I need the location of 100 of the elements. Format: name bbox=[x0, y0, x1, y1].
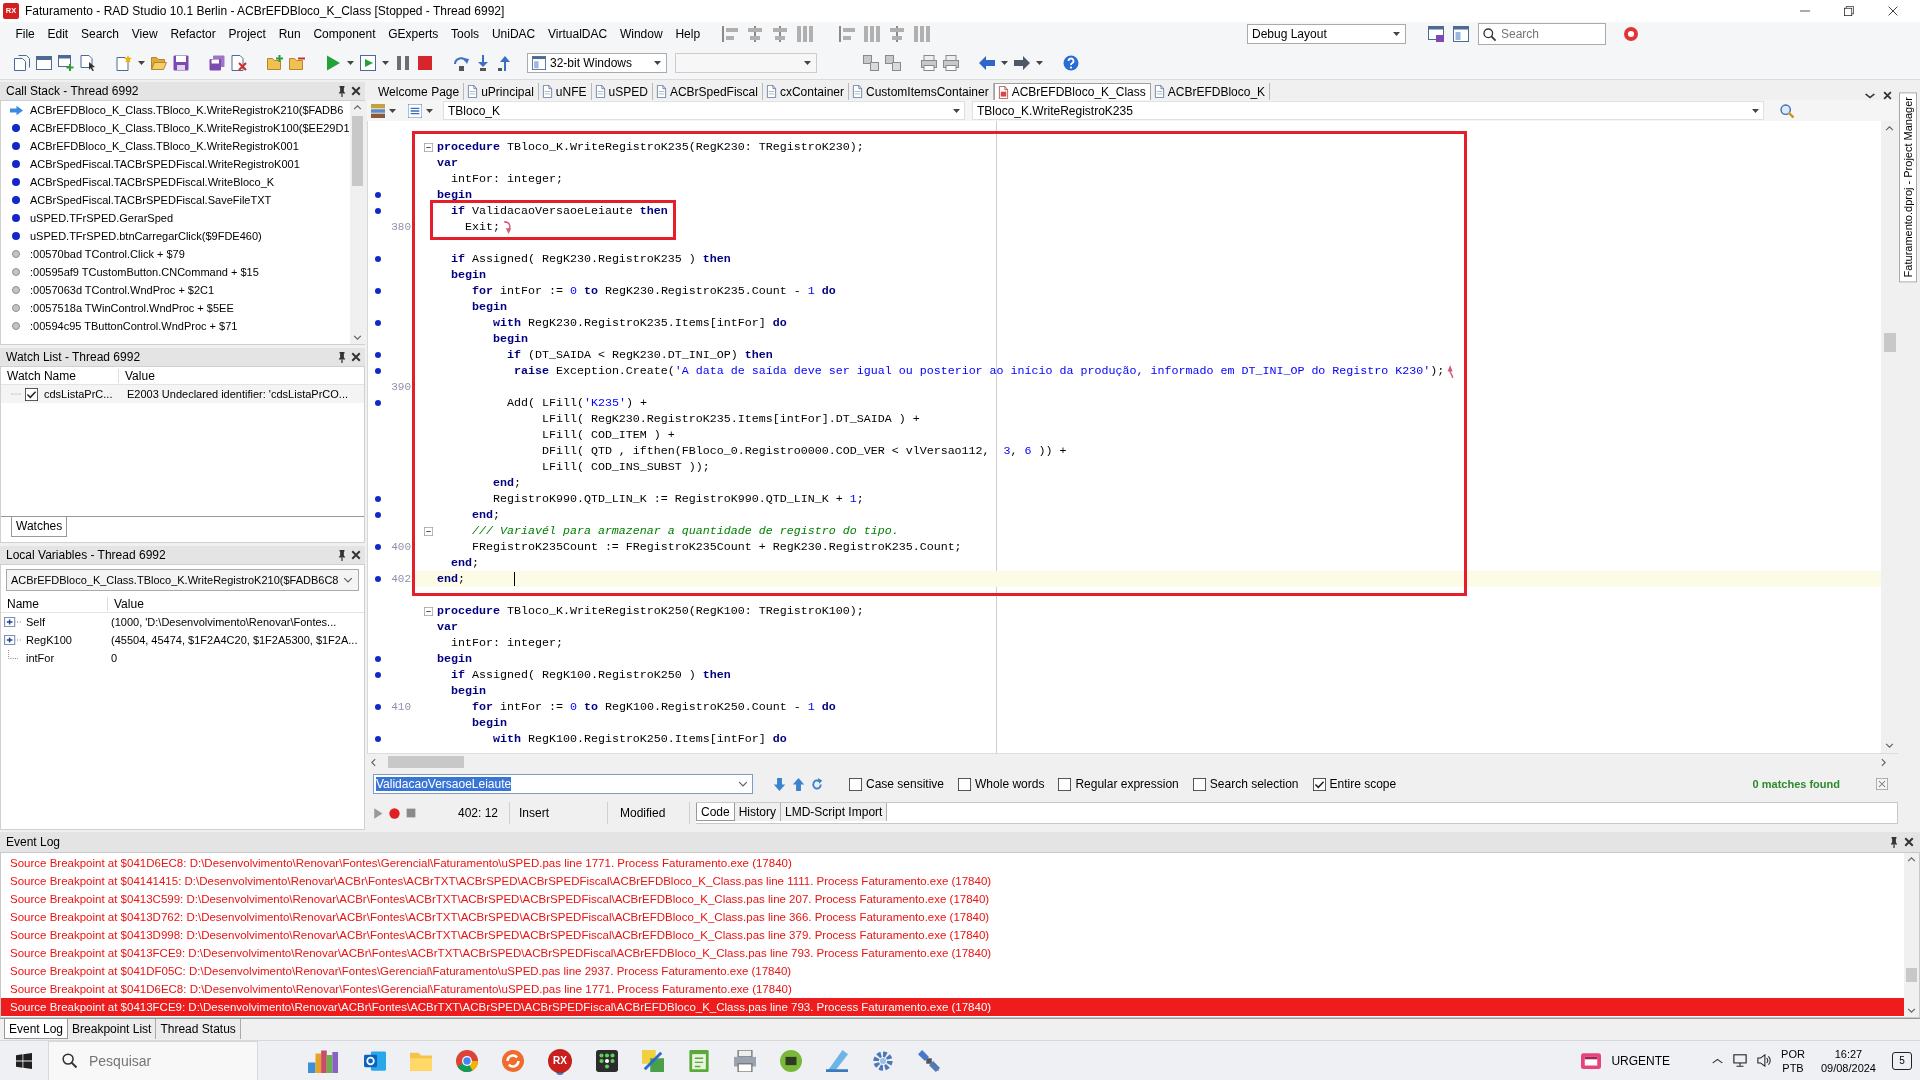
close-icon[interactable] bbox=[1904, 837, 1914, 847]
printer-icon[interactable] bbox=[943, 54, 959, 71]
checkbox-label[interactable]: Case sensitive bbox=[866, 777, 945, 791]
column-header[interactable]: Value bbox=[107, 596, 144, 611]
checkbox[interactable] bbox=[1192, 777, 1206, 791]
align-icon[interactable] bbox=[772, 26, 789, 42]
search-icon[interactable] bbox=[1780, 103, 1794, 118]
align-icon[interactable] bbox=[839, 26, 856, 42]
satellite-app-icon[interactable] bbox=[918, 1049, 940, 1072]
vertical-scrollbar[interactable] bbox=[349, 101, 365, 344]
refresh-icon[interactable] bbox=[811, 777, 823, 791]
checkbox[interactable] bbox=[849, 777, 862, 791]
stop-icon[interactable] bbox=[417, 54, 433, 71]
language-indicator[interactable]: POR bbox=[1781, 1046, 1805, 1061]
align-icon[interactable] bbox=[722, 26, 739, 42]
open-folder-icon[interactable] bbox=[151, 54, 167, 71]
find-next-icon[interactable] bbox=[773, 777, 786, 791]
line-marker-dot-icon[interactable] bbox=[375, 368, 381, 374]
call-stack-entry[interactable]: ACBrSpedFiscal.TACBrSPEDFiscal.SaveFileTXT bbox=[30, 194, 272, 206]
vertical-scrollbar[interactable] bbox=[1904, 853, 1919, 1017]
call-stack-entry[interactable]: ACBrEFDBloco_K_Class.TBloco_K.WriteRegistroK001 bbox=[30, 140, 299, 152]
dots-app-icon[interactable] bbox=[596, 1049, 618, 1072]
alert-app-icon[interactable] bbox=[1581, 1051, 1602, 1070]
caret-icon[interactable] bbox=[953, 108, 960, 113]
scroll-up-icon[interactable] bbox=[1907, 855, 1916, 864]
menu-item[interactable]: File bbox=[9, 27, 42, 41]
scrollbar-thumb[interactable] bbox=[1883, 333, 1896, 352]
panel-tab[interactable]: Thread Status bbox=[156, 1019, 241, 1039]
column-header[interactable]: Watch Name bbox=[1, 368, 118, 383]
checkbox-label[interactable]: Entire scope bbox=[1329, 777, 1397, 791]
checkbox-label[interactable]: Search selection bbox=[1209, 777, 1299, 791]
line-marker-dot-icon[interactable] bbox=[375, 656, 381, 662]
view-tab[interactable]: History bbox=[734, 803, 782, 821]
ring-badge-icon[interactable] bbox=[1624, 27, 1638, 41]
play-window-icon[interactable] bbox=[360, 54, 376, 71]
project-manager-tab[interactable]: Faturamento.dproj - Project Manager bbox=[1899, 92, 1917, 283]
editor-tab[interactable]: ACBrEFDBloco_K_Class bbox=[993, 83, 1151, 100]
menu-item[interactable]: Project bbox=[222, 27, 273, 41]
step-out-icon[interactable] bbox=[497, 54, 513, 71]
taskbar-search-field[interactable]: Pesquisar bbox=[48, 1040, 258, 1080]
call-stack-entry[interactable]: ACBrEFDBloco_K_Class.TBloco_K.WriteRegistroK100($EE29D1 bbox=[30, 122, 350, 134]
checkbox-label[interactable]: Whole words bbox=[975, 777, 1045, 791]
log-entry[interactable]: Source Breakpoint at $0413D762: D:\Desenvolvimento\Renovar\ACBr\Fontes\ACBrTXT\ACBrSPED\ACBrSPEDFiscal\ACBrEFDBloco_K_Class.pas line 366. Process Faturamento.exe (17840) bbox=[1, 908, 1904, 926]
class-browser-icon[interactable] bbox=[371, 103, 385, 118]
find-previous-icon[interactable] bbox=[792, 777, 805, 791]
line-marker-dot-icon[interactable] bbox=[375, 192, 381, 198]
save-icon[interactable] bbox=[173, 54, 189, 71]
menu-item[interactable]: Tools bbox=[444, 27, 486, 41]
line-marker-dot-icon[interactable] bbox=[375, 288, 381, 294]
checkbox[interactable] bbox=[958, 777, 972, 791]
new-item-icon[interactable] bbox=[116, 54, 132, 71]
menu-item[interactable]: View bbox=[125, 27, 164, 41]
caret-icon[interactable] bbox=[654, 60, 661, 65]
log-entry[interactable]: Source Breakpoint at $041D6EC8: D:\Desenvolvimento\Renovar\Fontes\Gerencial\Faturamento\uSPED.pas line 1771. Process Faturamento.exe (17840) bbox=[1, 980, 1904, 998]
caret-icon[interactable] bbox=[382, 60, 389, 65]
menu-item[interactable]: VirtualDAC bbox=[541, 27, 614, 41]
stop-icon[interactable] bbox=[406, 808, 416, 818]
page-pointer-icon[interactable] bbox=[80, 54, 96, 71]
line-marker-dot-icon[interactable] bbox=[375, 736, 381, 742]
screen-app-icon[interactable] bbox=[780, 1049, 802, 1072]
caret-icon[interactable] bbox=[738, 779, 748, 789]
column-header[interactable]: Name bbox=[1, 596, 107, 611]
caret-icon[interactable] bbox=[1036, 60, 1043, 65]
scroll-right-icon[interactable] bbox=[1879, 757, 1888, 767]
log-entry[interactable]: Source Breakpoint at $04141415: D:\Desenvolvimento\Renovar\ACBr\Fontes\ACBrTXT\ACBrSPED\ACBrSPEDFiscal\ACBrEFDBloco_K_Class.pas line 1111. Process Faturamento.exe (17840) bbox=[1, 872, 1904, 890]
pin-icon[interactable] bbox=[1889, 836, 1899, 848]
keyboard-indicator[interactable]: PTB bbox=[1782, 1060, 1804, 1075]
line-marker-dot-icon[interactable] bbox=[375, 320, 381, 326]
call-stack-entry[interactable]: :0057518a TWinControl.WndProc + $5EE bbox=[30, 302, 234, 314]
menu-item[interactable]: Search bbox=[74, 27, 126, 41]
taskbar-app-button[interactable]: RX bbox=[548, 1048, 572, 1073]
column-header[interactable]: Value bbox=[118, 368, 155, 383]
line-marker-dot-icon[interactable] bbox=[375, 352, 381, 358]
gear-app-icon[interactable] bbox=[872, 1049, 894, 1072]
scroll-down-icon[interactable] bbox=[352, 333, 362, 342]
caret-icon[interactable] bbox=[1393, 32, 1400, 36]
fold-box-icon[interactable] bbox=[424, 526, 433, 536]
platform-dropdown[interactable]: 32-bit Windows bbox=[527, 52, 667, 73]
close-page-icon[interactable] bbox=[231, 54, 247, 71]
line-marker-dot-icon[interactable] bbox=[375, 512, 381, 518]
log-entry[interactable]: Source Breakpoint at $0413C599: D:\Desenvolvimento\Renovar\ACBr\Fontes\ACBrTXT\ACBrSPED\ACBrSPEDFiscal\ACBrEFDBloco_K_Class.pas line 207. Process Faturamento.exe (17840) bbox=[1, 890, 1904, 908]
step-over-icon[interactable] bbox=[453, 54, 469, 71]
chevron-down-icon[interactable] bbox=[1865, 92, 1875, 100]
scroll-up-icon[interactable] bbox=[352, 103, 362, 112]
close-icon[interactable] bbox=[1883, 91, 1892, 100]
bookshelf-icon[interactable] bbox=[308, 1048, 338, 1073]
class-dropdown[interactable]: TBloco_K bbox=[443, 101, 965, 120]
help-icon[interactable] bbox=[1063, 54, 1079, 71]
call-stack-entry[interactable]: uSPED.TFrSPED.btnCarregarClick($9FDE460) bbox=[30, 230, 262, 242]
caret-icon[interactable] bbox=[1001, 60, 1008, 65]
scroll-up-icon[interactable] bbox=[1885, 124, 1894, 133]
printer-app-icon[interactable] bbox=[734, 1049, 756, 1072]
vertical-scrollbar[interactable] bbox=[1881, 121, 1898, 753]
checkbox[interactable] bbox=[1058, 777, 1072, 791]
menu-item[interactable]: UniDAC bbox=[485, 27, 542, 41]
pen-app-icon[interactable] bbox=[826, 1049, 848, 1072]
close-icon[interactable] bbox=[351, 550, 361, 560]
line-marker-dot-icon[interactable] bbox=[375, 544, 381, 550]
clock-time[interactable]: 16:27 bbox=[1834, 1046, 1863, 1061]
network-icon[interactable] bbox=[1733, 1054, 1748, 1067]
